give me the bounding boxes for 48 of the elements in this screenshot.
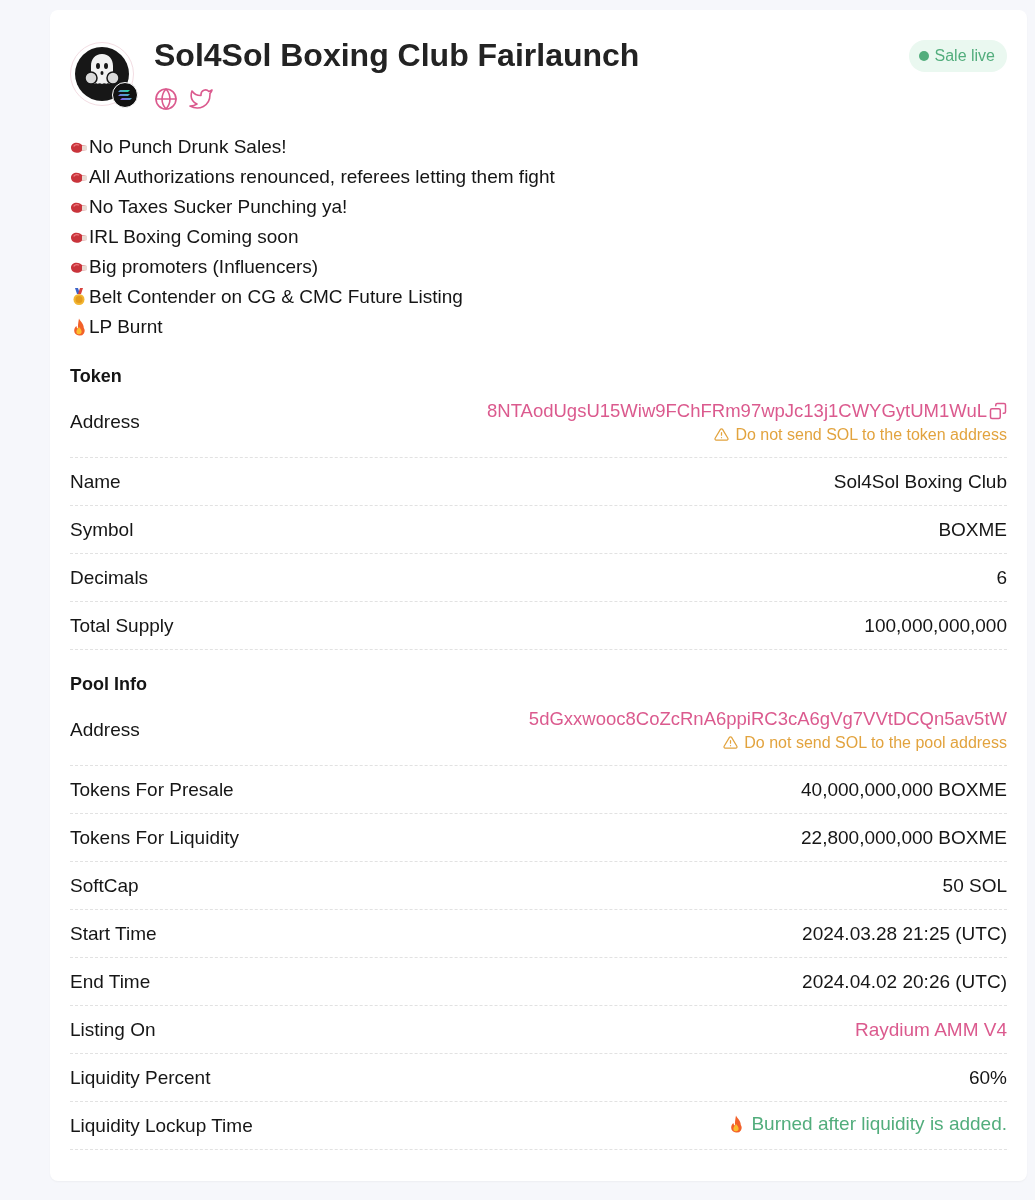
- row-value: 100,000,000,000: [864, 614, 1007, 637]
- feature-text: Big promoters (Influencers): [89, 256, 319, 278]
- status-badge: Sale live: [908, 40, 1007, 72]
- row-value: 40,000,000,000 BOXME: [801, 778, 1007, 801]
- row-label: Liquidity Lockup Time: [70, 1114, 253, 1137]
- row-value: 50 SOL: [942, 874, 1007, 897]
- row-label: Address: [70, 718, 140, 741]
- address-link[interactable]: 5dGxxwooc8CoZcRnA6ppiRC3cA6gVg7VVtDCQn5av5tW: [528, 707, 1007, 730]
- warning-text: Do not send SOL to the token address: [735, 425, 1007, 444]
- warning-icon: [714, 427, 730, 442]
- feature-text: All Authorizations renounced, referees letting them fight: [89, 166, 555, 188]
- row-label: Tokens For Presale: [70, 778, 234, 801]
- row-label: Decimals: [70, 566, 149, 589]
- status-dot-icon: [918, 51, 929, 61]
- row-value: Burned after liquidity is added.: [751, 1112, 1007, 1135]
- feature-text: No Punch Drunk Sales!: [89, 136, 287, 158]
- row-value: 6: [996, 566, 1007, 589]
- chain-badge-icon: [112, 82, 138, 108]
- row-value: Sol4Sol Boxing Club: [833, 470, 1007, 493]
- copy-icon[interactable]: [989, 401, 1007, 420]
- feature-text: No Taxes Sucker Punching ya!: [89, 196, 348, 218]
- row-label: End Time: [70, 970, 151, 993]
- row-label: Name: [70, 470, 121, 493]
- row-label: Liquidity Percent: [70, 1066, 211, 1089]
- section-title: Pool Info: [70, 673, 148, 696]
- row-value: 2024.04.02 20:26 (UTC): [802, 970, 1007, 993]
- globe-icon[interactable]: [154, 87, 178, 111]
- bird-icon[interactable]: [189, 87, 213, 111]
- row-label: Tokens For Liquidity: [70, 826, 239, 849]
- page-title: Sol4Sol Boxing Club Fairlaunch: [154, 38, 641, 72]
- warning-icon: [723, 735, 739, 750]
- section-title: Token: [70, 365, 123, 388]
- row-label: SoftCap: [70, 874, 139, 897]
- row-value: 2024.03.28 21:25 (UTC): [802, 922, 1007, 945]
- row-value: BOXME: [938, 518, 1007, 541]
- row-value: 22,800,000,000 BOXME: [801, 826, 1007, 849]
- row-label: Symbol: [70, 518, 134, 541]
- row-label: Listing On: [70, 1018, 156, 1041]
- feature-text: IRL Boxing Coming soon: [89, 226, 299, 248]
- feature-text: Belt Contender on CG & CMC Future Listing: [89, 286, 463, 308]
- row-label: Address: [70, 410, 140, 433]
- row-label: Total Supply: [70, 614, 174, 637]
- value-link[interactable]: Raydium AMM V4: [854, 1018, 1007, 1041]
- warning-text: Do not send SOL to the pool address: [744, 733, 1007, 752]
- address-link[interactable]: 8NTAodUgsU15Wiw9FChFRm97wpJc13j1CWYGytUM1WuL: [487, 399, 987, 422]
- row-value: 60%: [968, 1066, 1007, 1089]
- row-label: Start Time: [70, 922, 157, 945]
- feature-text: LP Burnt: [89, 316, 163, 338]
